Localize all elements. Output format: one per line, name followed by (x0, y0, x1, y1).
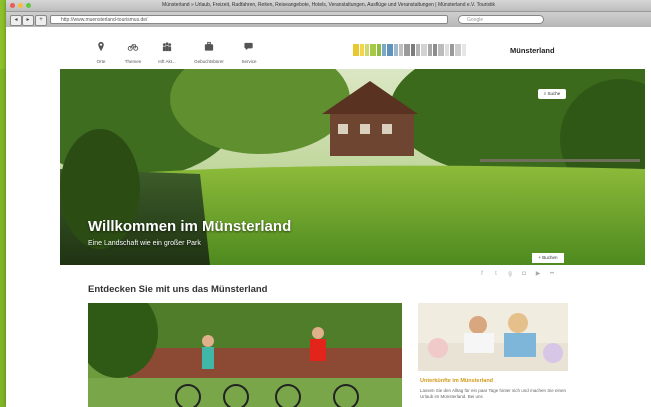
nav-label: Orte (96, 59, 106, 64)
forward-button[interactable]: ▸ (22, 15, 34, 26)
brand-stripe (445, 44, 449, 56)
brand-logo[interactable]: Münsterland (510, 46, 555, 55)
people-icon (162, 42, 172, 52)
instagram-icon[interactable]: ◘ (520, 270, 528, 278)
card-title[interactable]: Unterkünfte im Münsterland (420, 378, 493, 384)
googleplus-icon[interactable]: g (506, 270, 514, 278)
cyclists-image (88, 303, 402, 407)
brand-stripe (433, 44, 437, 56)
nav-label: Service (241, 59, 257, 64)
map-pin-icon (98, 41, 104, 52)
site-header: Orte Themen Inft Akt... Gebuchtsbürer Se… (6, 27, 651, 69)
browser-search-input[interactable]: Google (458, 15, 544, 24)
brand-stripe (399, 44, 403, 56)
couple-breakfast-image (418, 303, 568, 371)
nav-item-booking[interactable]: Gebuchtsbürer (194, 39, 224, 64)
brand-stripe (365, 44, 369, 56)
brand-stripe (387, 44, 393, 56)
add-bookmark-button[interactable]: + (35, 15, 47, 26)
flickr-icon[interactable]: •• (548, 270, 556, 278)
social-links: f t g ◘ ▶ •• (478, 270, 556, 278)
hero-search-label: Suche (547, 91, 561, 96)
brand-stripe (416, 44, 420, 56)
back-button[interactable]: ◂ (10, 15, 22, 26)
window-titlebar: Münsterland » Urlaub, Freizeit, Radfahre… (6, 0, 651, 12)
browser-toolbar: ◂ ▸ + http://www.muensterland-tourismus.… (6, 12, 651, 28)
url-text: http://www.muensterland-tourismus.de/ (61, 17, 148, 23)
brand-stripe (428, 44, 432, 56)
section-title: Entdecken Sie mit uns das Münsterland (88, 284, 268, 295)
chat-icon (244, 42, 253, 51)
brand-stripe (360, 44, 364, 56)
search-placeholder: Google (467, 17, 484, 23)
nav-item-orte[interactable]: Orte (86, 39, 116, 64)
brand-stripe (370, 44, 376, 56)
maximize-icon[interactable] (26, 3, 31, 8)
hero-search-button[interactable]: ⌕ Suche (538, 89, 566, 99)
brand-stripe (450, 44, 454, 56)
nav-item-events[interactable]: Inft Akt... (152, 39, 182, 64)
brand-stripe (455, 44, 461, 56)
card-text: Lassen Sie den Alltag für ein paar Tage … (420, 388, 567, 399)
bicycle-icon (127, 44, 139, 51)
brand-stripe (382, 44, 386, 56)
url-bar[interactable]: http://www.muensterland-tourismus.de/ (50, 15, 448, 24)
facebook-icon[interactable]: f (478, 270, 486, 278)
nav-item-themen[interactable]: Themen (118, 39, 148, 64)
brand-color-stripes (353, 44, 503, 56)
hero-title: Willkommen im Münsterland (88, 218, 292, 235)
brand-stripe (462, 44, 466, 56)
brand-stripe (411, 44, 415, 56)
brand-stripe (404, 44, 410, 56)
twitter-icon[interactable]: t (492, 270, 500, 278)
brand-stripe (438, 44, 444, 56)
accommodation-photo[interactable] (418, 303, 568, 371)
close-icon[interactable] (10, 3, 15, 8)
nav-label: Inft Akt... (158, 59, 176, 64)
search-icon: ⌕ (543, 91, 547, 96)
brand-stripe (421, 44, 427, 56)
brand-stripe (353, 44, 359, 56)
window-title: Münsterland » Urlaub, Freizeit, Radfahre… (162, 2, 495, 8)
nav-item-service[interactable]: Service (234, 39, 264, 64)
cyclists-photo[interactable] (88, 303, 402, 407)
brand-stripe (394, 44, 398, 56)
hero-subtitle: Eine Landschaft wie ein großer Park (88, 240, 201, 247)
suitcase-icon (204, 41, 214, 51)
minimize-icon[interactable] (18, 3, 23, 8)
nav-label: Themen (124, 59, 142, 64)
brand-stripe (377, 44, 381, 56)
window-controls (10, 3, 31, 8)
nav-label: Gebuchtsbürer (194, 59, 224, 64)
youtube-icon[interactable]: ▶ (534, 270, 542, 278)
buchen-button[interactable]: + Buchen (532, 253, 564, 263)
